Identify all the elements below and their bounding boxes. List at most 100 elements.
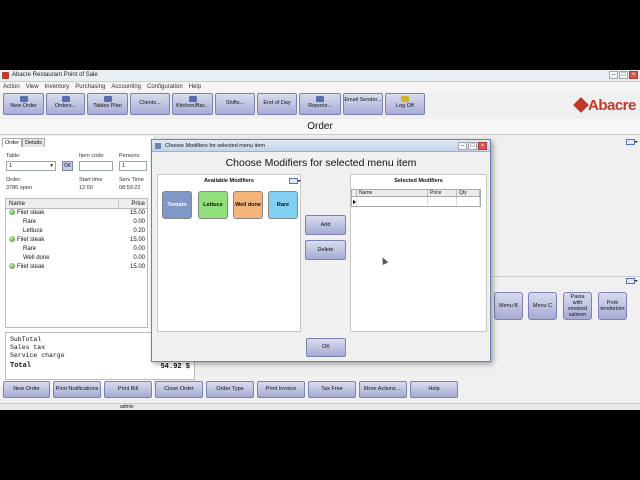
item-price: 15.00 xyxy=(129,237,145,243)
shifts-button[interactable]: Shifts... xyxy=(215,93,255,115)
order-tabs: Order Details xyxy=(2,138,45,147)
item-price: 0.20 xyxy=(133,228,145,234)
order-header: Order xyxy=(0,119,640,135)
dialog-close-icon[interactable]: × xyxy=(478,142,487,150)
log-off-button[interactable]: Log Off xyxy=(385,93,425,115)
item-name: Filet steak xyxy=(17,264,45,270)
menu-action[interactable]: Action xyxy=(3,82,20,92)
item-status-icon xyxy=(9,236,15,242)
modifier-well-done[interactable]: Well done xyxy=(233,191,263,219)
dialog-maximize-icon[interactable]: □ xyxy=(468,142,477,150)
table-row[interactable]: Well done 0.00 xyxy=(6,254,147,263)
menu-view[interactable]: View xyxy=(26,82,39,92)
order-label: Order: xyxy=(6,177,22,183)
menu-accounting[interactable]: Accounting xyxy=(111,82,141,92)
table-row[interactable]: Filet steak 15.00 xyxy=(6,236,147,245)
column-name[interactable]: Name xyxy=(6,199,119,208)
start-time-value: 12:00 xyxy=(79,185,93,191)
close-icon[interactable]: × xyxy=(629,71,638,79)
column-modifier-price[interactable]: Price xyxy=(428,190,457,196)
dialog-ok-button[interactable]: OK xyxy=(306,338,346,357)
order-type-button[interactable]: Order Type xyxy=(206,381,254,398)
menu-item-menu-b[interactable]: Menu B xyxy=(494,292,523,320)
table-label: Table: xyxy=(6,153,21,159)
new-order-button[interactable]: New Order xyxy=(3,93,44,115)
menu-item-menu-c[interactable]: Menu C xyxy=(528,292,557,320)
clients-button[interactable]: Clients... xyxy=(130,93,170,115)
item-name: Well done xyxy=(23,255,50,261)
maximize-icon[interactable]: □ xyxy=(619,71,628,79)
table-row[interactable]: Filet steak 15.00 xyxy=(6,263,147,272)
current-row-arrow-icon xyxy=(353,200,356,204)
selected-modifiers-grid[interactable]: Name Price Qty xyxy=(351,189,481,207)
item-name: Rare xyxy=(23,246,37,252)
grid-view-icon-modifiers[interactable] xyxy=(289,178,301,184)
selected-grid-row[interactable] xyxy=(352,197,480,206)
table-row[interactable]: Rare 0.00 xyxy=(6,245,147,254)
menu-area: Menu B Menu C Pasta with smoked salmon P… xyxy=(490,136,640,386)
new-order-bottom-button[interactable]: New Order xyxy=(3,381,50,398)
kitchen-bar-button[interactable]: Kitchen/Bar... xyxy=(172,93,213,115)
item-code-input[interactable] xyxy=(79,161,113,171)
table-ok-button[interactable]: OK xyxy=(62,161,73,171)
selected-modifiers-panel: Selected Modifiers Name Price Qty xyxy=(350,174,487,332)
close-order-button[interactable]: Close Order xyxy=(155,381,203,398)
tables-plan-button[interactable]: Tables Plan xyxy=(87,93,128,115)
dialog-icon xyxy=(155,143,161,149)
status-bar: admin xyxy=(0,403,640,410)
end-of-day-button[interactable]: End of Day xyxy=(257,93,297,115)
reports-icon xyxy=(316,96,324,102)
print-bill-button[interactable]: Print Bill xyxy=(104,381,152,398)
item-price: 15.00 xyxy=(129,264,145,270)
dialog-minimize-icon[interactable]: – xyxy=(458,142,467,150)
more-actions-button[interactable]: More Actions ... xyxy=(359,381,407,398)
add-modifier-button[interactable]: Add xyxy=(305,215,346,235)
dialog-heading: Choose Modifiers for selected menu item xyxy=(225,157,417,169)
persons-input[interactable]: 1 xyxy=(119,161,147,171)
table-row[interactable]: Rare 0.00 xyxy=(6,218,147,227)
print-notifications-button[interactable]: Print Notifications xyxy=(53,381,101,398)
item-price: 0.00 xyxy=(133,246,145,252)
help-button[interactable]: Help xyxy=(410,381,458,398)
email-sender-button[interactable]: Email Sender... xyxy=(343,93,383,115)
delete-modifier-button[interactable]: Delete xyxy=(305,240,346,260)
abacre-logo: Abacre xyxy=(572,96,640,116)
item-status-icon xyxy=(9,263,15,269)
item-code-label: Item code: xyxy=(79,153,105,159)
orders-icon xyxy=(61,96,70,102)
grid-view-icon[interactable] xyxy=(626,139,638,145)
tax-free-button[interactable]: Tax Free xyxy=(308,381,356,398)
new-order-icon xyxy=(19,96,28,102)
menu-item-pork-tenderloin[interactable]: Pork tenderloin xyxy=(598,292,627,320)
dialog-title-bar: Choose Modifiers for selected menu item … xyxy=(152,140,490,152)
item-price: 0.00 xyxy=(133,255,145,261)
item-status-icon xyxy=(9,209,15,215)
table-row[interactable]: Filet steak 15.00 xyxy=(6,209,147,218)
item-name: Lettuce xyxy=(23,228,43,234)
table-select[interactable]: 1 ▾ xyxy=(6,161,56,171)
modifier-rare[interactable]: Rare xyxy=(268,191,298,219)
start-time-label: Start time xyxy=(79,177,103,183)
modifier-tomato[interactable]: Tomato xyxy=(162,191,192,219)
tables-plan-icon xyxy=(103,96,112,102)
tab-details[interactable]: Details xyxy=(22,138,45,147)
menu-item-pasta-smoked-salmon[interactable]: Pasta with smoked salmon xyxy=(563,292,592,320)
selected-grid-header: Name Price Qty xyxy=(352,190,480,197)
column-modifier-name[interactable]: Name xyxy=(357,190,428,196)
column-modifier-qty[interactable]: Qty xyxy=(457,190,480,196)
reports-button[interactable]: Reports... xyxy=(299,93,341,115)
total-label: Total xyxy=(10,362,32,370)
grid-view-icon-2[interactable] xyxy=(626,278,638,284)
tab-order[interactable]: Order xyxy=(2,138,23,147)
table-row[interactable]: Lettuce 0.20 xyxy=(6,227,147,236)
print-invoice-button[interactable]: Print Invoice xyxy=(257,381,305,398)
menu-inventory[interactable]: Inventory xyxy=(45,82,70,92)
orders-button[interactable]: Orders... xyxy=(46,93,85,115)
menu-configuration[interactable]: Configuration xyxy=(147,82,183,92)
menu-help[interactable]: Help xyxy=(189,82,201,92)
modifier-lettuce[interactable]: Lettuce xyxy=(198,191,228,219)
minimize-icon[interactable]: – xyxy=(609,71,618,79)
menu-purchasing[interactable]: Purchasing xyxy=(75,82,105,92)
item-name: Filet steak xyxy=(17,237,45,243)
column-price[interactable]: Price xyxy=(119,199,147,208)
